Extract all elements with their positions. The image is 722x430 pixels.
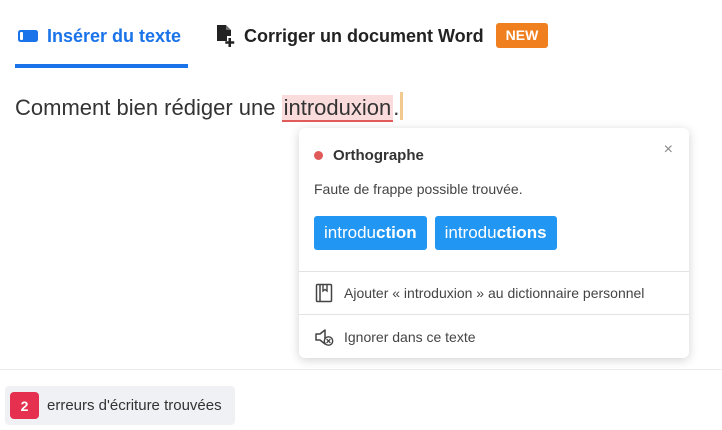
suggestion-list: introduction introductions — [314, 216, 557, 250]
category-dot-icon — [314, 151, 323, 160]
footer-divider — [0, 369, 722, 370]
text-editor[interactable]: Comment bien rédiger une introduxion. — [15, 92, 404, 122]
popup-divider — [299, 271, 689, 272]
error-summary[interactable]: 2 erreurs d'écriture trouvées — [5, 386, 235, 425]
editor-text-after: . — [393, 95, 400, 120]
error-summary-label: erreurs d'écriture trouvées — [47, 397, 222, 414]
suggestion-prefix: introdu — [324, 223, 376, 242]
suggestion-correction: ction — [375, 223, 417, 242]
add-to-dictionary-button[interactable]: Ajouter « introduxion » au dictionnaire … — [314, 283, 644, 303]
popup-category-title: Orthographe — [333, 147, 424, 164]
popup-divider — [299, 314, 689, 315]
new-badge: NEW — [495, 23, 549, 48]
text-cursor-marker — [400, 92, 404, 120]
suggestion-prefix: introdu — [444, 223, 497, 242]
add-to-dictionary-label: Ajouter « introduxion » au dictionnaire … — [344, 285, 645, 301]
tab-insert-text-label: Insérer du texte — [47, 26, 182, 46]
tab-insert-text[interactable]: Insérer du texte — [15, 22, 188, 68]
ignore-in-text-button[interactable]: Ignorer dans ce texte — [314, 327, 476, 347]
ignore-in-text-label: Ignorer dans ce texte — [344, 329, 476, 345]
popup-description: Faute de frappe possible trouvée. — [314, 181, 523, 197]
tab-correct-word-document-label: Corriger un document Word — [244, 26, 484, 46]
ignore-icon — [315, 329, 334, 346]
spelling-suggestion-popup: Orthographe × Faute de frappe possible t… — [299, 128, 689, 358]
document-add-icon — [217, 25, 235, 47]
popup-header: Orthographe — [314, 147, 424, 164]
close-icon[interactable]: × — [664, 142, 673, 158]
error-count-badge: 2 — [10, 392, 39, 419]
dictionary-icon — [315, 283, 333, 303]
editor-text-before: Comment bien rédiger une — [15, 95, 282, 120]
spelling-error-word[interactable]: introduxion — [281, 95, 394, 122]
keyboard-icon — [18, 30, 38, 42]
suggestion-correction: ctions — [496, 223, 547, 242]
suggestion-button[interactable]: introductions — [434, 216, 557, 250]
tab-correct-word-document[interactable]: Corriger un document Word NEW — [214, 22, 549, 68]
suggestion-button[interactable]: introduction — [314, 216, 427, 250]
tab-bar: Insérer du texte Corriger un document Wo… — [0, 0, 722, 68]
